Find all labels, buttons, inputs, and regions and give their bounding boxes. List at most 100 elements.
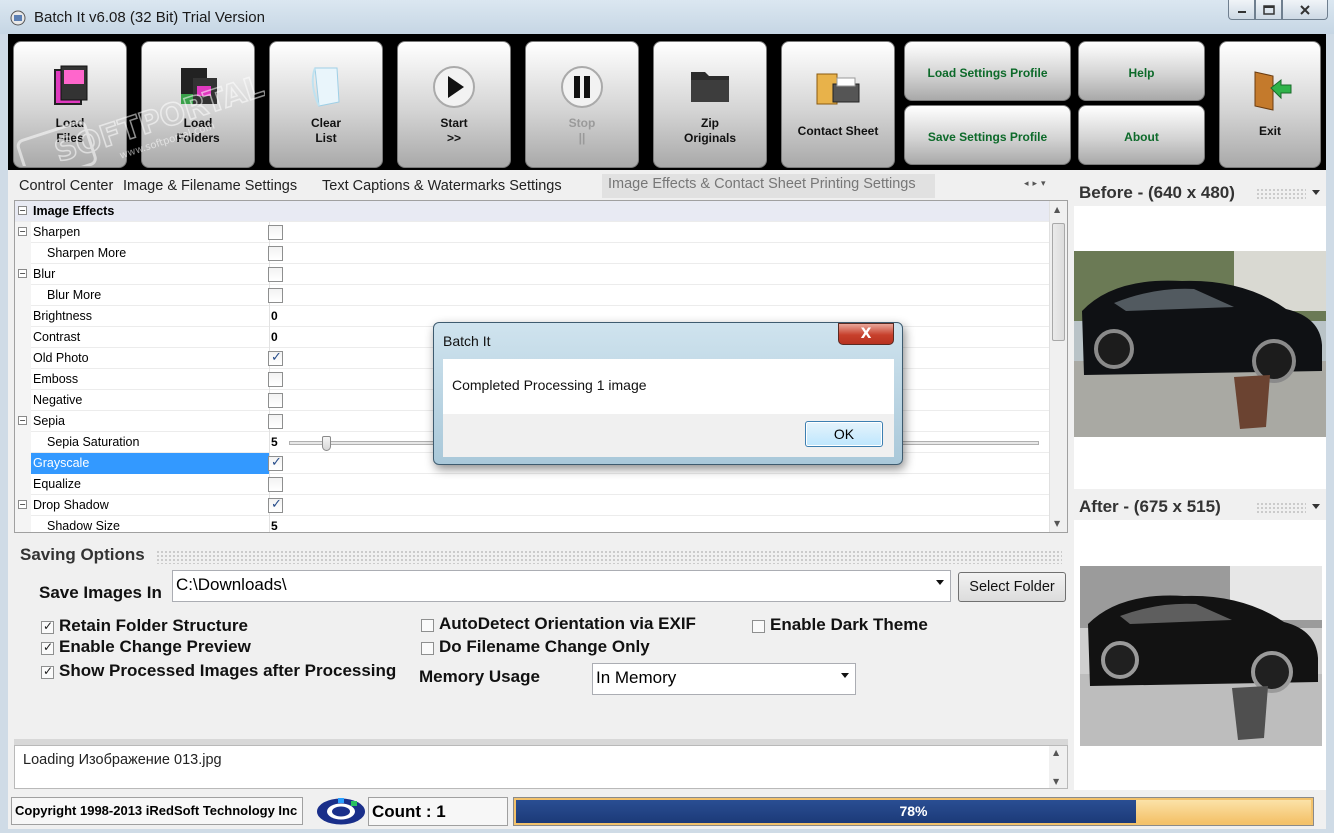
- load-settings-profile-label: Load Settings Profile: [927, 66, 1048, 80]
- settings-tabs: Control Center Image & Filename Settings…: [8, 174, 1068, 200]
- ok-button[interactable]: OK: [805, 421, 883, 447]
- load-files-button[interactable]: Load Files: [13, 41, 127, 168]
- grid-value[interactable]: 0: [271, 309, 278, 323]
- grid-value[interactable]: 5: [271, 519, 278, 532]
- log-scrollbar[interactable]: ▲ ▼: [1049, 746, 1067, 788]
- start-label: Start >>: [440, 116, 468, 145]
- tab-text-captions-watermarks[interactable]: Text Captions & Watermarks Settings: [322, 178, 562, 194]
- grid-row[interactable]: Equalize: [15, 474, 1050, 495]
- grid-row[interactable]: Shadow Size 5: [15, 516, 1050, 532]
- load-settings-profile-button[interactable]: Load Settings Profile: [904, 41, 1071, 101]
- scroll-down-icon[interactable]: ▼: [1054, 519, 1060, 528]
- collapse-icon[interactable]: −: [18, 416, 27, 425]
- grid-category-row[interactable]: − Image Effects: [15, 201, 1050, 222]
- play-icon: [433, 66, 475, 108]
- checkbox-box[interactable]: [421, 619, 434, 632]
- collapse-icon[interactable]: −: [18, 206, 27, 215]
- maximize-icon: [1262, 4, 1275, 15]
- grid-column-divider: [269, 327, 270, 348]
- checkbox-box[interactable]: [41, 664, 54, 679]
- header-grip: [1256, 502, 1306, 514]
- load-folders-button[interactable]: Load Folders: [141, 41, 255, 168]
- grid-checkbox[interactable]: [268, 288, 283, 303]
- grid-row-margin: [15, 285, 31, 306]
- tab-scroll-arrows[interactable]: ◂▸▾: [1024, 179, 1050, 189]
- clear-list-button[interactable]: Clear List: [269, 41, 383, 168]
- scroll-up-icon[interactable]: ▲: [1053, 748, 1059, 757]
- close-button[interactable]: [1282, 0, 1328, 20]
- grid-checkbox[interactable]: [268, 225, 283, 240]
- tab-control-center[interactable]: Control Center: [19, 178, 113, 194]
- log-box[interactable]: Loading Изображение 013.jpg ▲ ▼: [14, 745, 1068, 789]
- stop-button[interactable]: Stop ||: [525, 41, 639, 168]
- start-button[interactable]: Start >>: [397, 41, 511, 168]
- checkbox-box[interactable]: [41, 619, 54, 634]
- select-folder-button[interactable]: Select Folder: [958, 572, 1066, 602]
- checkbox-box[interactable]: [421, 642, 434, 655]
- scroll-up-icon[interactable]: ▲: [1054, 205, 1060, 214]
- collapse-icon[interactable]: −: [18, 500, 27, 509]
- chevron-down-icon[interactable]: [841, 673, 849, 678]
- about-button[interactable]: About: [1078, 105, 1205, 165]
- exit-button[interactable]: Exit: [1219, 41, 1321, 168]
- zip-originals-button[interactable]: Zip Originals: [653, 41, 767, 168]
- grid-scrollbar[interactable]: ▲ ▼: [1049, 201, 1067, 532]
- collapse-icon[interactable]: −: [18, 269, 27, 278]
- grid-checkbox[interactable]: [268, 246, 283, 261]
- memory-usage-combo[interactable]: In Memory: [592, 663, 856, 695]
- save-images-in-label: Save Images In: [39, 583, 162, 602]
- grid-row-margin: [15, 516, 31, 532]
- contact-sheet-button[interactable]: Contact Sheet: [781, 41, 895, 168]
- grid-scroll-thumb[interactable]: [1052, 223, 1065, 341]
- show-processed-images-label: Show Processed Images after Processing: [59, 661, 397, 680]
- checkbox-box[interactable]: [41, 640, 54, 655]
- grid-row[interactable]: − Drop Shadow: [15, 495, 1050, 516]
- progress-bar: 78%: [513, 797, 1314, 826]
- grid-checkbox[interactable]: [268, 414, 283, 429]
- grid-checkbox[interactable]: [268, 350, 283, 366]
- scroll-down-icon[interactable]: ▼: [1053, 777, 1059, 786]
- grid-checkbox[interactable]: [268, 393, 283, 408]
- grid-row[interactable]: Sharpen More: [15, 243, 1050, 264]
- tab-image-filename-settings[interactable]: Image & Filename Settings: [123, 178, 297, 194]
- slider-thumb[interactable]: [322, 436, 331, 451]
- tab-image-effects-contact-sheet[interactable]: Image Effects & Contact Sheet Printing S…: [602, 174, 935, 198]
- after-header: After - (675 x 515): [1074, 494, 1324, 520]
- grid-checkbox[interactable]: [268, 267, 283, 282]
- save-settings-profile-button[interactable]: Save Settings Profile: [904, 105, 1071, 165]
- chevron-down-icon[interactable]: [1312, 504, 1320, 509]
- grid-checkbox[interactable]: [268, 455, 283, 471]
- grid-row[interactable]: Blur More: [15, 285, 1050, 306]
- grid-row[interactable]: − Blur: [15, 264, 1050, 285]
- maximize-button[interactable]: [1255, 0, 1282, 20]
- chevron-down-icon[interactable]: [936, 580, 944, 585]
- window-title: Batch It v6.08 (32 Bit) Trial Version: [34, 9, 265, 26]
- pause-icon: [561, 66, 603, 108]
- save-path-combo[interactable]: C:\Downloads\: [172, 570, 951, 602]
- checkbox-box[interactable]: [752, 620, 765, 633]
- exit-label: Exit: [1258, 124, 1281, 138]
- retain-folder-structure-label: Retain Folder Structure: [59, 616, 248, 635]
- grid-row-margin: [15, 432, 31, 453]
- grid-value[interactable]: 0: [271, 330, 278, 344]
- zip-originals-label: Zip Originals: [683, 116, 736, 145]
- grid-category-label: Image Effects: [33, 204, 115, 218]
- grid-checkbox[interactable]: [268, 372, 283, 387]
- main-window: Load Files Load Folders Clear List Start…: [8, 34, 1326, 829]
- dialog-close-button[interactable]: X: [838, 323, 894, 345]
- grid-value[interactable]: 5: [271, 435, 278, 449]
- help-button[interactable]: Help: [1078, 41, 1205, 101]
- chevron-down-icon[interactable]: [1312, 190, 1320, 195]
- grid-checkbox[interactable]: [268, 497, 283, 513]
- grid-row-margin: [15, 453, 31, 474]
- before-image: [1074, 251, 1326, 437]
- busy-indicator-icon: [317, 798, 365, 825]
- grid-row-label: Blur More: [47, 288, 102, 302]
- minimize-button[interactable]: [1228, 0, 1255, 20]
- close-icon: [1300, 4, 1310, 15]
- grid-row[interactable]: − Sharpen: [15, 222, 1050, 243]
- grid-checkbox[interactable]: [268, 477, 283, 492]
- grid-row-label: Sepia Saturation: [47, 435, 140, 449]
- grid-row-margin: [15, 474, 31, 495]
- collapse-icon[interactable]: −: [18, 227, 27, 236]
